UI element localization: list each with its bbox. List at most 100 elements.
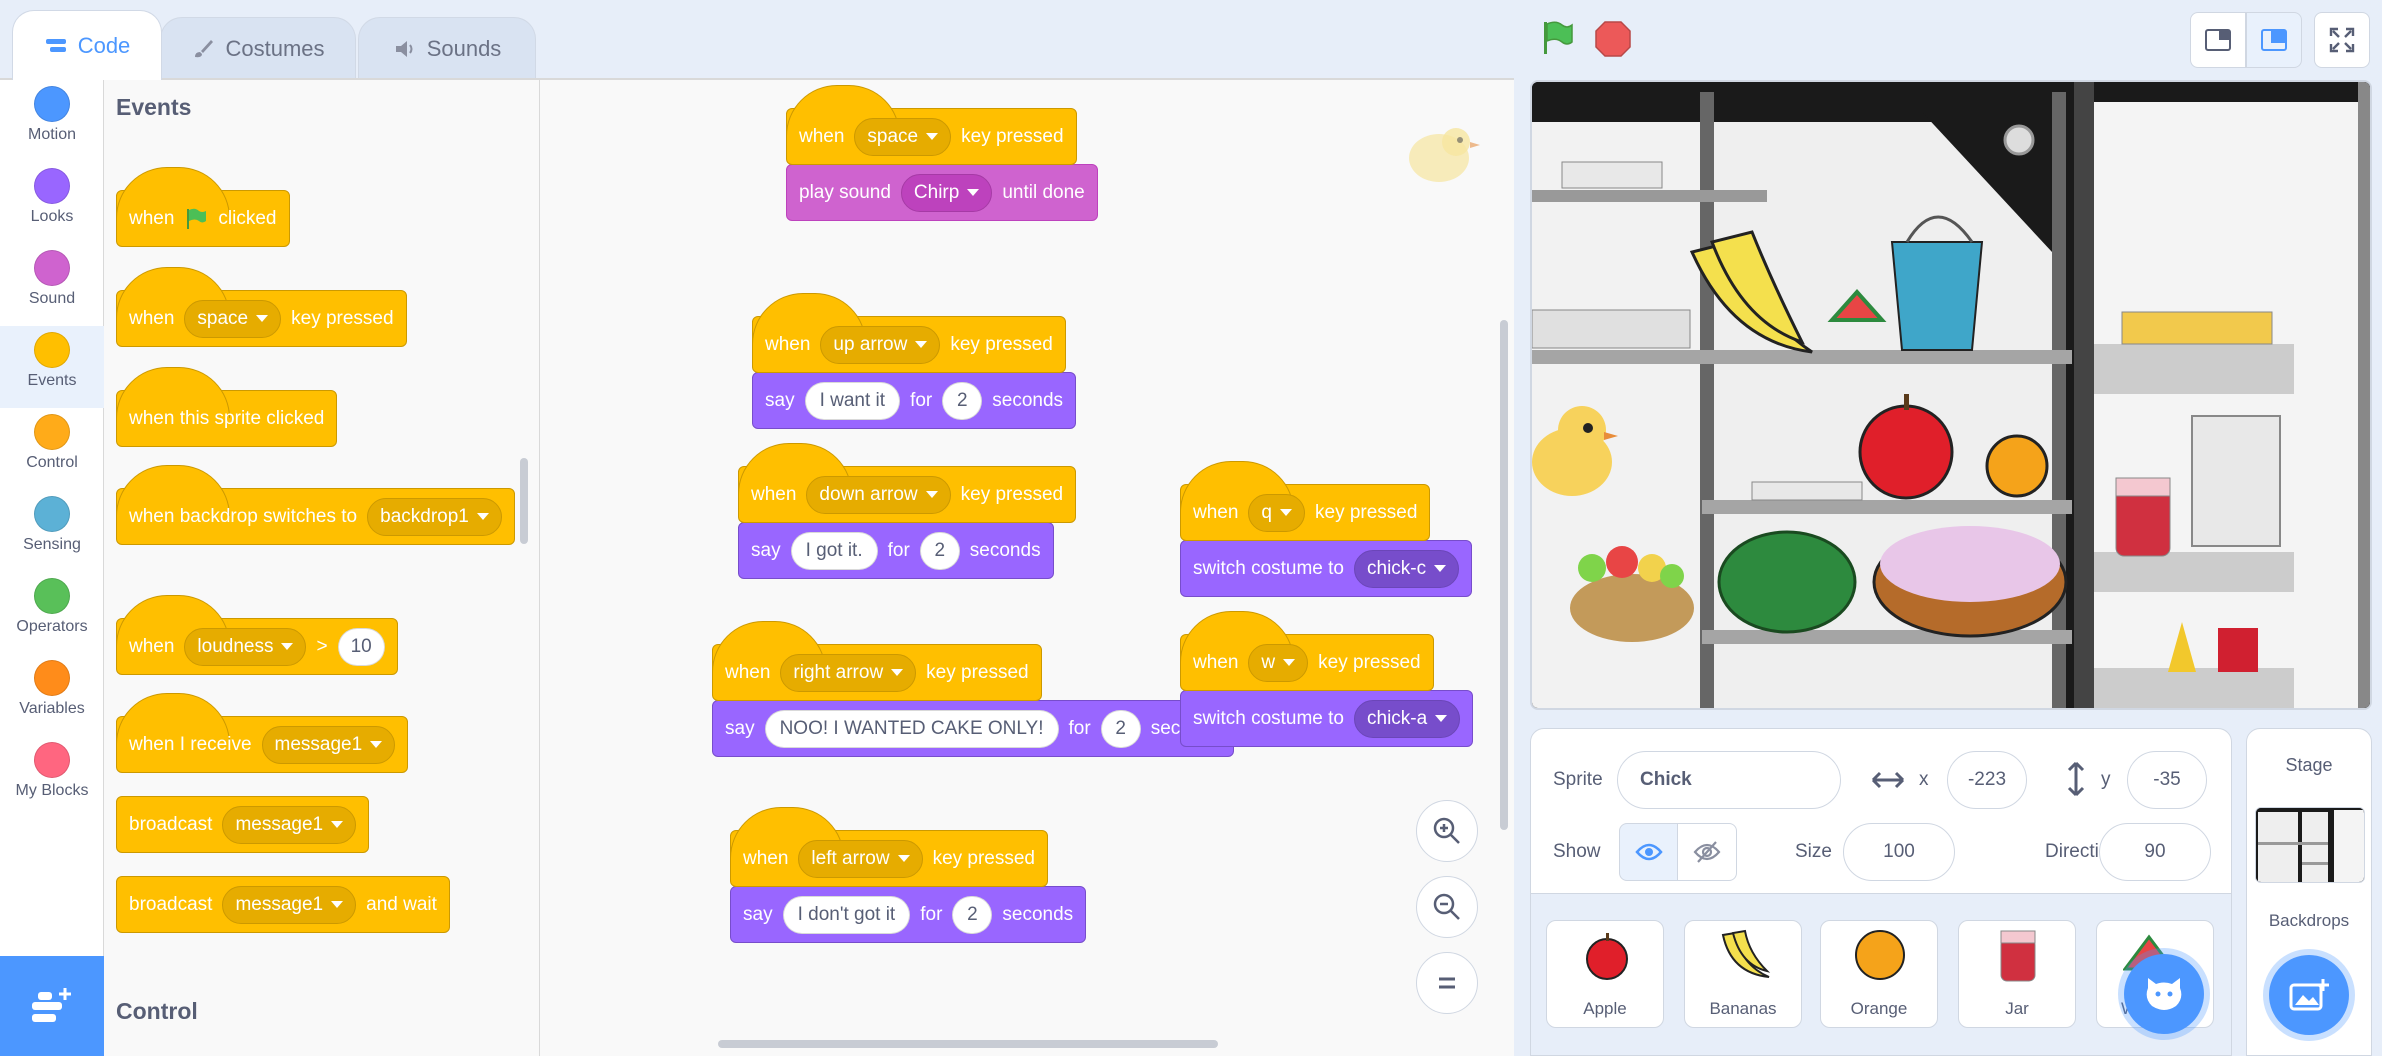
sound-dropdown[interactable]: Chirp bbox=[900, 173, 993, 212]
tab-costumes[interactable]: Costumes bbox=[160, 17, 356, 79]
category-variables[interactable]: Variables bbox=[0, 654, 104, 736]
message-input[interactable]: NOO! I WANTED CAKE ONLY! bbox=[764, 709, 1059, 748]
stage-selector-panel[interactable]: Stage Backdrops bbox=[2246, 728, 2372, 1056]
palette-block-broadcast-wait[interactable]: broadcast message1 and wait bbox=[116, 876, 450, 933]
message-input[interactable]: I got it. bbox=[790, 531, 878, 570]
palette-block-key-pressed[interactable]: when space key pressed bbox=[115, 267, 407, 347]
costume-dropdown[interactable]: chick-a bbox=[1354, 699, 1461, 738]
block-text: play sound bbox=[799, 181, 891, 203]
message-input[interactable]: I don't got it bbox=[782, 895, 911, 934]
add-extension-button[interactable] bbox=[0, 956, 104, 1056]
eye-slash-icon bbox=[1693, 841, 1721, 863]
scripts-vertical-scrollbar[interactable] bbox=[1500, 320, 1508, 830]
key-dropdown[interactable]: q bbox=[1248, 493, 1305, 532]
category-sound[interactable]: Sound bbox=[0, 244, 104, 326]
key-dropdown[interactable]: space bbox=[854, 117, 952, 156]
chevron-down-icon bbox=[1435, 715, 1448, 722]
script-say-for[interactable]: say I want it for 2 seconds bbox=[752, 372, 1077, 429]
sensor-dropdown[interactable]: loudness bbox=[184, 627, 307, 666]
script-when-left-arrow[interactable]: when left arrow key pressed bbox=[729, 807, 1049, 887]
category-operators[interactable]: Operators bbox=[0, 572, 104, 654]
fullscreen-button[interactable] bbox=[2314, 12, 2370, 68]
key-dropdown[interactable]: space bbox=[184, 299, 282, 338]
tab-sounds[interactable]: Sounds bbox=[358, 17, 536, 79]
block-text: when bbox=[751, 483, 797, 505]
show-visible-button[interactable] bbox=[1619, 823, 1679, 881]
direction-input[interactable]: 90 bbox=[2099, 823, 2211, 881]
key-dropdown[interactable]: w bbox=[1248, 643, 1309, 682]
key-dropdown[interactable]: down arrow bbox=[806, 475, 951, 514]
tab-label: Code bbox=[77, 32, 131, 58]
stage-thumbnail[interactable] bbox=[2255, 807, 2365, 883]
script-play-sound[interactable]: play sound Chirp until done bbox=[786, 164, 1098, 221]
script-say-for[interactable]: say NOO! I WANTED CAKE ONLY! for 2 secon… bbox=[712, 700, 1235, 757]
zoom-in-icon bbox=[1433, 817, 1460, 844]
backdrop-dropdown[interactable]: backdrop1 bbox=[367, 497, 502, 536]
chevron-down-icon bbox=[915, 341, 928, 348]
costume-dropdown[interactable]: chick-c bbox=[1354, 549, 1460, 588]
palette-block-backdrop-switches[interactable]: when backdrop switches to backdrop1 bbox=[115, 465, 515, 545]
script-area[interactable]: when space key pressed play sound Chirp … bbox=[540, 80, 1514, 1056]
category-control[interactable]: Control bbox=[0, 408, 104, 490]
stop-button[interactable] bbox=[1594, 20, 1632, 58]
palette-block-broadcast[interactable]: broadcast message1 bbox=[116, 796, 370, 853]
message-dropdown[interactable]: message1 bbox=[261, 725, 396, 764]
seconds-input[interactable]: 2 bbox=[1100, 709, 1141, 748]
category-my-blocks[interactable]: My Blocks bbox=[0, 736, 104, 818]
add-sprite-button[interactable] bbox=[2124, 954, 2204, 1034]
seconds-input[interactable]: 2 bbox=[942, 381, 983, 420]
key-dropdown[interactable]: up arrow bbox=[820, 325, 941, 364]
stage-canvas[interactable] bbox=[1530, 80, 2372, 710]
key-dropdown[interactable]: right arrow bbox=[780, 653, 917, 692]
zoom-in-button[interactable] bbox=[1416, 800, 1478, 862]
zoom-reset-button[interactable] bbox=[1416, 952, 1478, 1014]
script-when-down-arrow[interactable]: when down arrow key pressed bbox=[737, 443, 1077, 523]
normal-stage-button[interactable] bbox=[2246, 12, 2302, 68]
script-when-w[interactable]: when w key pressed bbox=[1179, 611, 1434, 691]
category-label: Variables bbox=[19, 700, 85, 717]
script-when-q[interactable]: when q key pressed bbox=[1179, 461, 1431, 541]
key-dropdown[interactable]: left arrow bbox=[798, 839, 923, 878]
show-hidden-button[interactable] bbox=[1677, 823, 1737, 881]
add-backdrop-button[interactable] bbox=[2269, 955, 2349, 1035]
palette-block-flag-clicked[interactable]: when clicked bbox=[115, 167, 290, 247]
palette-block-sprite-clicked[interactable]: when this sprite clicked bbox=[115, 367, 338, 447]
script-when-right-arrow[interactable]: when right arrow key pressed bbox=[711, 621, 1042, 701]
message-input[interactable]: I want it bbox=[804, 381, 901, 420]
category-looks[interactable]: Looks bbox=[0, 162, 104, 244]
seconds-input[interactable]: 2 bbox=[952, 895, 993, 934]
script-when-up-arrow[interactable]: when up arrow key pressed bbox=[751, 293, 1066, 373]
small-stage-button[interactable] bbox=[2190, 12, 2246, 68]
sprite-name-input[interactable]: Chick bbox=[1617, 751, 1841, 809]
palette-block-greater-than[interactable]: when loudness > 10 bbox=[115, 595, 398, 675]
tab-code[interactable]: Code bbox=[12, 10, 162, 80]
dropdown-value: loudness bbox=[197, 635, 274, 657]
y-input[interactable]: -35 bbox=[2127, 751, 2207, 809]
sprite-thumb-jar[interactable]: Jar bbox=[1958, 920, 2076, 1028]
threshold-input[interactable]: 10 bbox=[337, 627, 385, 666]
palette-block-receive[interactable]: when I receive message1 bbox=[115, 693, 409, 773]
category-sensing[interactable]: Sensing bbox=[0, 490, 104, 572]
script-say-for[interactable]: say I don't got it for 2 seconds bbox=[730, 886, 1087, 943]
block-text: say bbox=[751, 539, 781, 561]
message-dropdown[interactable]: message1 bbox=[222, 805, 357, 844]
script-when-space[interactable]: when space key pressed bbox=[785, 85, 1077, 165]
category-motion[interactable]: Motion bbox=[0, 80, 104, 162]
script-say-for[interactable]: say I got it. for 2 seconds bbox=[738, 522, 1054, 579]
sprite-thumb-apple[interactable]: Apple bbox=[1546, 920, 1664, 1028]
seconds-input[interactable]: 2 bbox=[919, 531, 960, 570]
category-events[interactable]: Events bbox=[0, 326, 104, 408]
palette-scrollbar[interactable] bbox=[520, 458, 528, 544]
scripts-horizontal-scrollbar[interactable] bbox=[718, 1040, 1218, 1048]
sprite-thumb-bananas[interactable]: Bananas bbox=[1684, 920, 1802, 1028]
dropdown-value: backdrop1 bbox=[380, 505, 469, 527]
size-input[interactable]: 100 bbox=[1843, 823, 1955, 881]
green-flag-button[interactable] bbox=[1536, 18, 1576, 58]
message-dropdown[interactable]: message1 bbox=[222, 885, 357, 924]
sprite-thumb-orange[interactable]: Orange bbox=[1820, 920, 1938, 1028]
block-text: switch costume to bbox=[1193, 557, 1344, 579]
script-switch-costume[interactable]: switch costume to chick-c bbox=[1180, 540, 1473, 597]
script-switch-costume[interactable]: switch costume to chick-a bbox=[1180, 690, 1474, 747]
zoom-out-button[interactable] bbox=[1416, 876, 1478, 938]
x-input[interactable]: -223 bbox=[1947, 751, 2027, 809]
